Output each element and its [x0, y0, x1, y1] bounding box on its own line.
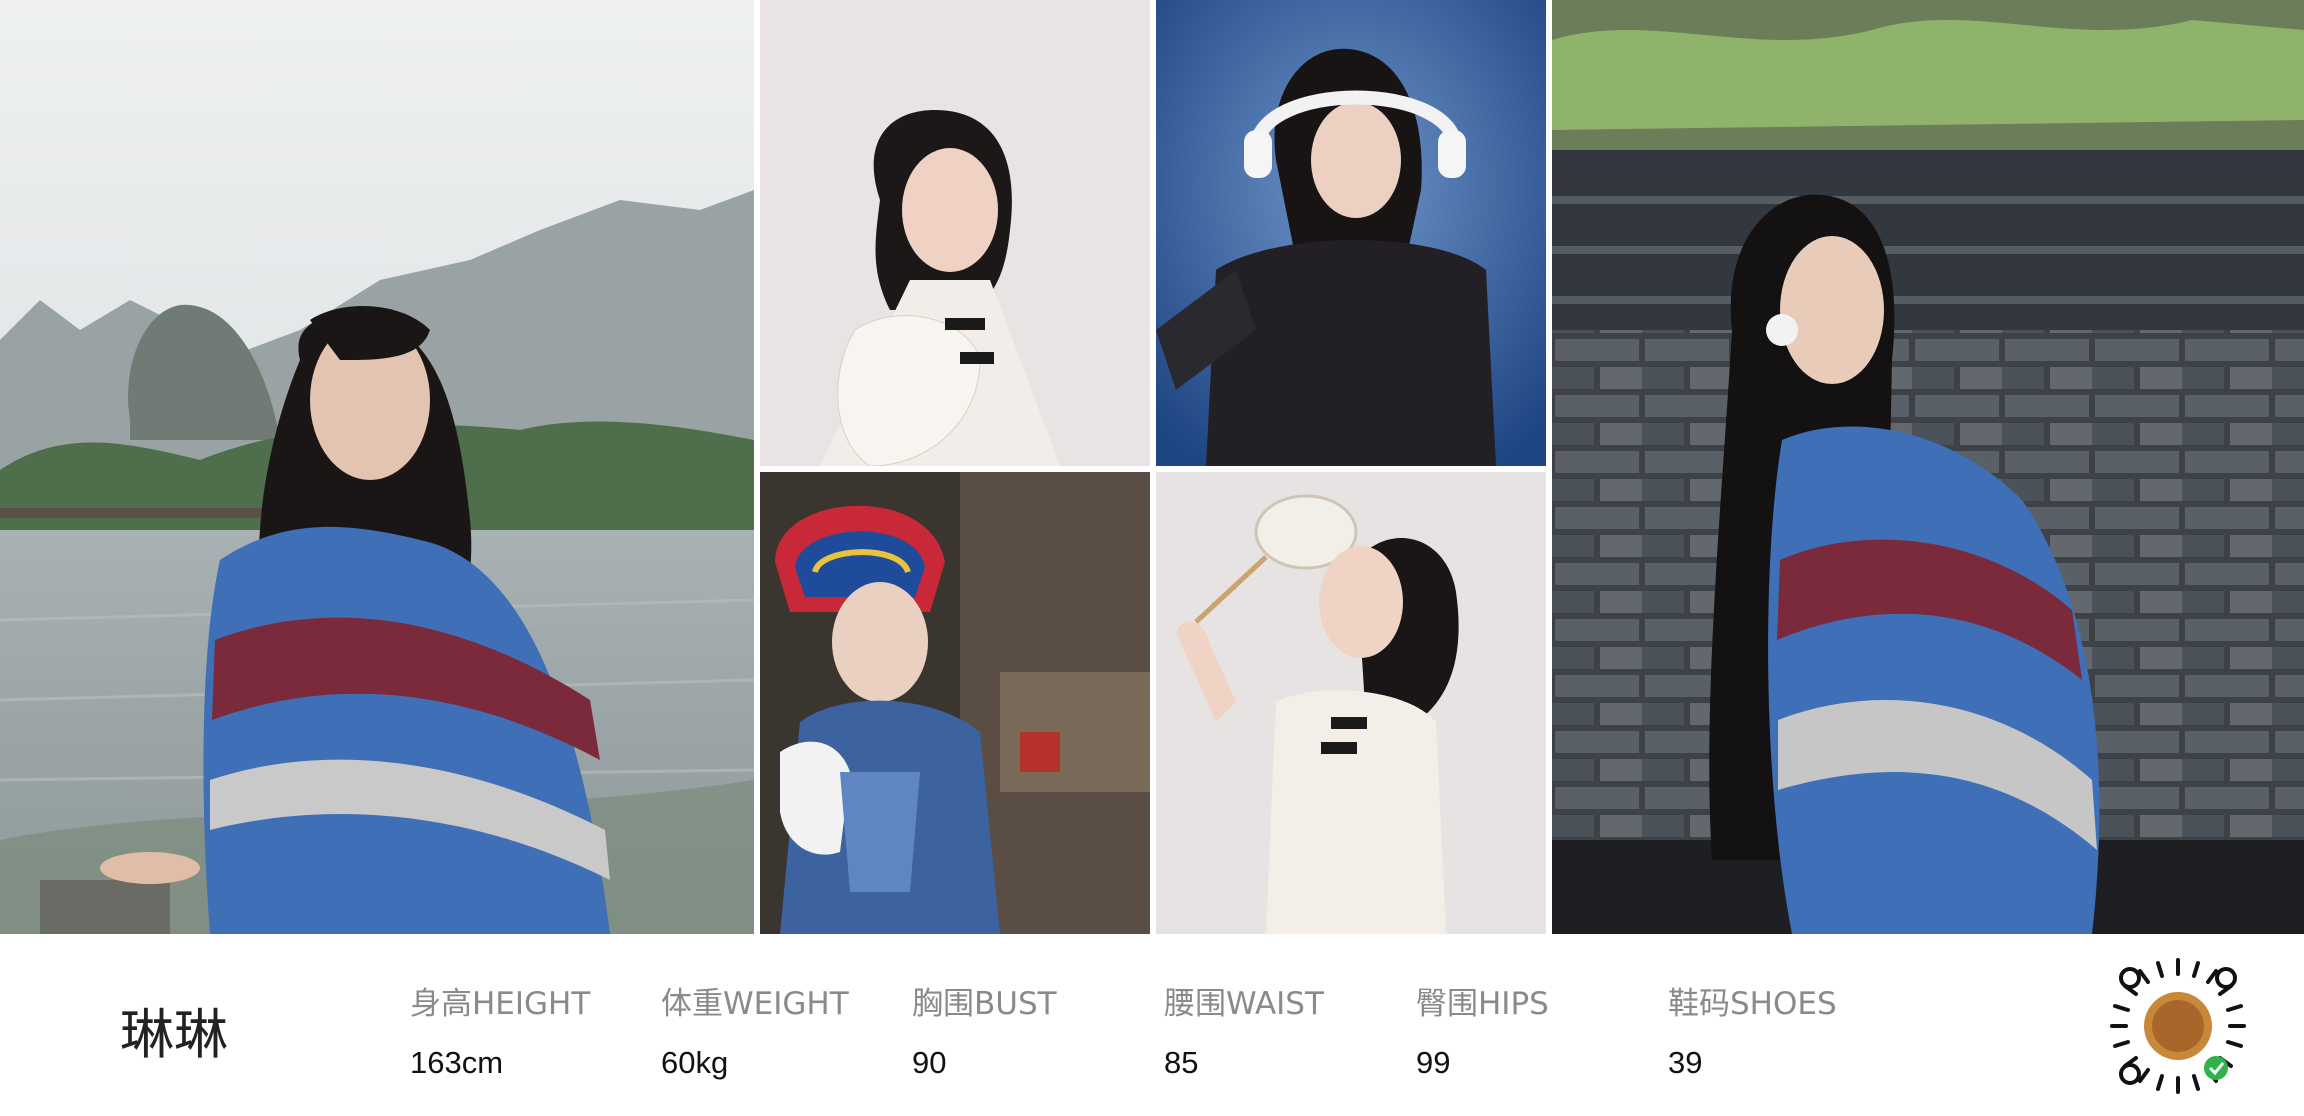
- stat-hips-value: 99: [1416, 1045, 1451, 1080]
- photo-studio-fan-portrait: [760, 0, 1150, 466]
- stat-height: 身高HEIGHT 163cm: [410, 978, 590, 1081]
- model-info-strip: 琳琳 身高HEIGHT 163cm 体重WEIGHT 60kg 胸围BUST 9…: [0, 934, 2304, 1116]
- stat-weight-value: 60kg: [661, 1045, 729, 1080]
- model-name: 琳琳: [120, 1003, 228, 1066]
- photo-brick-wall-portrait: [1552, 0, 2304, 934]
- stat-height-value: 163cm: [410, 1045, 504, 1080]
- photo-lakeside-portrait: [0, 0, 754, 934]
- stat-waist-label: 腰围WAIST: [1164, 986, 1324, 1022]
- stat-hips-label: 臀围HIPS: [1416, 986, 1549, 1022]
- stat-shoes-value: 39: [1668, 1045, 1703, 1080]
- stat-bust-label: 胸围BUST: [912, 986, 1057, 1022]
- stat-hips: 臀围HIPS 99: [1416, 978, 1549, 1081]
- photo-headphones-portrait: [1156, 0, 1546, 466]
- stat-waist: 腰围WAIST 85: [1164, 978, 1324, 1081]
- stat-weight: 体重WEIGHT 60kg: [661, 978, 849, 1081]
- stat-shoes-label: 鞋码SHOES: [1668, 986, 1837, 1022]
- stat-weight-label: 体重WEIGHT: [661, 986, 849, 1022]
- photo-studio-raised-fan-portrait: [1156, 472, 1546, 934]
- stat-height-label: 身高HEIGHT: [410, 986, 591, 1022]
- stat-shoes: 鞋码SHOES 39: [1668, 978, 1837, 1081]
- photo-ethnic-costume-portrait: [760, 472, 1150, 934]
- stat-waist-value: 85: [1164, 1045, 1199, 1080]
- stat-bust: 胸围BUST 90: [912, 978, 1057, 1081]
- stat-bust-value: 90: [912, 1045, 947, 1080]
- wechat-mini-program-code-icon[interactable]: [2108, 956, 2248, 1096]
